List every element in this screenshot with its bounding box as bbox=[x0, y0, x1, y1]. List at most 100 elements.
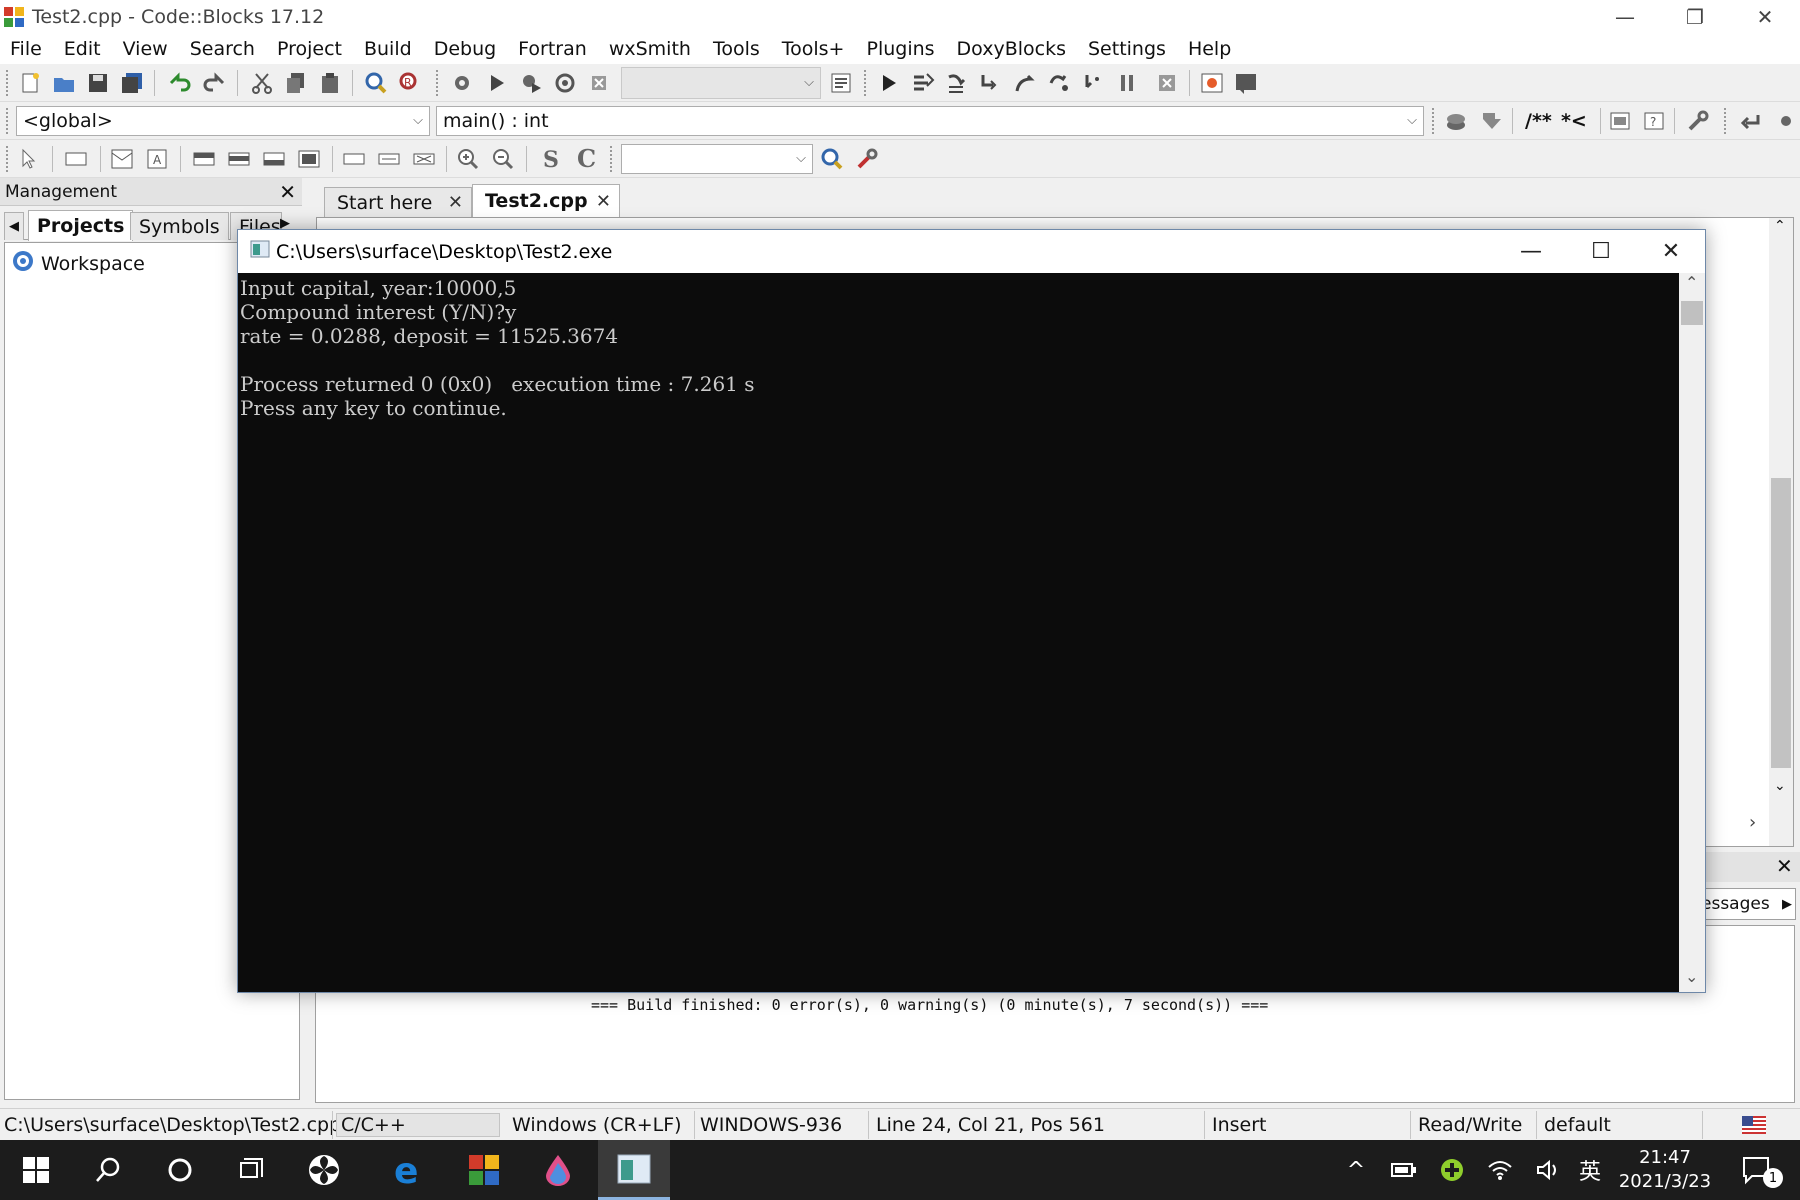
block-comment-button[interactable]: /** bbox=[1525, 110, 1552, 132]
paste-icon[interactable] bbox=[318, 71, 342, 95]
toolbar-grip[interactable] bbox=[1432, 108, 1436, 134]
menu-wxsmith[interactable]: wxSmith bbox=[609, 38, 691, 60]
console-vertical-scrollbar[interactable]: ⌃ ⌄ bbox=[1679, 273, 1705, 992]
close-button[interactable]: ✕ bbox=[1730, 0, 1800, 34]
security-shield-icon[interactable] bbox=[1432, 1140, 1472, 1200]
build-options-icon[interactable] bbox=[829, 71, 853, 95]
undo-icon[interactable] bbox=[167, 71, 191, 95]
console-maximize-button[interactable]: ☐ bbox=[1566, 230, 1636, 273]
close-tab-icon[interactable]: ✕ bbox=[596, 191, 611, 212]
scrollbar-thumb[interactable] bbox=[1681, 301, 1703, 325]
system-clock[interactable]: 21:47 2021/3/23 bbox=[1610, 1146, 1720, 1194]
close-tab-icon[interactable]: ✕ bbox=[448, 192, 463, 213]
console-close-button[interactable]: ✕ bbox=[1636, 230, 1706, 273]
battery-icon[interactable] bbox=[1384, 1140, 1424, 1200]
toolbar-grip[interactable] bbox=[6, 108, 10, 134]
console-title-bar[interactable]: C:\Users\surface\Desktop\Test2.exe — ☐ ✕ bbox=[238, 230, 1705, 273]
toolbar-grip[interactable] bbox=[610, 146, 614, 172]
cut-icon[interactable] bbox=[250, 71, 274, 95]
tab-test2-cpp[interactable]: Test2.cpp ✕ bbox=[472, 184, 620, 217]
doxywizard-icon[interactable] bbox=[1444, 109, 1468, 133]
expand-both-icon[interactable] bbox=[412, 147, 436, 171]
close-icon[interactable]: ✕ bbox=[1776, 854, 1793, 878]
info-window-icon[interactable] bbox=[1234, 71, 1258, 95]
html-docs-icon[interactable] bbox=[1608, 109, 1632, 133]
search-options-icon[interactable] bbox=[855, 147, 879, 171]
chevron-down-icon[interactable]: ⌄ bbox=[1774, 778, 1786, 794]
console-output[interactable]: Input capital, year:10000,5Compound inte… bbox=[238, 273, 1679, 992]
input-method-indicator[interactable]: 英 bbox=[1572, 1140, 1608, 1200]
expand-horizontal-icon[interactable] bbox=[342, 147, 366, 171]
tab-start-here[interactable]: Start here ✕ bbox=[324, 187, 472, 217]
taskbar-app-edge[interactable]: e bbox=[373, 1140, 445, 1200]
tab-symbols[interactable]: Symbols bbox=[130, 212, 229, 240]
menu-debug[interactable]: Debug bbox=[434, 38, 496, 60]
toolbar-grip[interactable] bbox=[6, 70, 10, 96]
console-minimize-button[interactable]: — bbox=[1496, 230, 1566, 273]
build-gear-icon[interactable] bbox=[450, 71, 474, 95]
toolbar-grip[interactable] bbox=[6, 146, 10, 172]
show-source-icon[interactable]: S bbox=[538, 147, 562, 171]
find-icon[interactable] bbox=[364, 71, 388, 95]
chm-docs-icon[interactable]: ? bbox=[1642, 109, 1666, 133]
pointer-icon[interactable] bbox=[17, 147, 41, 171]
frame-icon[interactable] bbox=[64, 147, 88, 171]
zoom-in-icon[interactable] bbox=[456, 147, 480, 171]
copy-icon[interactable] bbox=[284, 71, 308, 95]
chevron-down-icon[interactable]: ⌄ bbox=[1685, 967, 1698, 986]
menu-tools[interactable]: Tools bbox=[713, 38, 760, 60]
toolbar-grip[interactable] bbox=[436, 70, 440, 96]
expand-vertical-icon[interactable] bbox=[377, 147, 401, 171]
start-button[interactable] bbox=[0, 1140, 72, 1200]
task-view-button[interactable] bbox=[216, 1140, 288, 1200]
scope-combo[interactable]: <global>⌵ bbox=[16, 106, 430, 136]
doxyblocks-config-icon[interactable] bbox=[1686, 109, 1710, 133]
menu-help[interactable]: Help bbox=[1188, 38, 1231, 60]
wifi-icon[interactable] bbox=[1480, 1140, 1520, 1200]
line-comment-button[interactable]: *< bbox=[1561, 110, 1587, 132]
run-icon[interactable] bbox=[485, 71, 509, 95]
rebuild-icon[interactable] bbox=[553, 71, 577, 95]
scrollbar-thumb[interactable] bbox=[1771, 478, 1791, 768]
layout-top-icon[interactable] bbox=[192, 147, 216, 171]
search-button[interactable] bbox=[72, 1140, 144, 1200]
step-out-icon[interactable] bbox=[1013, 71, 1037, 95]
jump-back-icon[interactable] bbox=[1738, 109, 1762, 133]
chevron-up-icon[interactable]: ⌃ bbox=[1685, 273, 1698, 292]
taskbar-app-codeblocks[interactable] bbox=[448, 1140, 520, 1200]
function-combo[interactable]: main() : int⌵ bbox=[436, 106, 1424, 136]
debug-windows-icon[interactable] bbox=[1200, 71, 1224, 95]
dialog-icon[interactable] bbox=[110, 147, 134, 171]
show-code-icon[interactable]: C bbox=[574, 147, 598, 171]
build-and-run-icon[interactable] bbox=[519, 71, 543, 95]
zoom-out-icon[interactable] bbox=[491, 147, 515, 171]
jump-forward-icon[interactable] bbox=[1772, 109, 1796, 133]
tab-build-messages[interactable]: essages ▶ bbox=[1700, 888, 1796, 920]
menu-project[interactable]: Project bbox=[277, 38, 342, 60]
open-file-icon[interactable] bbox=[52, 71, 76, 95]
tab-projects[interactable]: Projects bbox=[28, 210, 133, 241]
layout-fill-icon[interactable] bbox=[297, 147, 321, 171]
menu-view[interactable]: View bbox=[123, 38, 168, 60]
tree-node-workspace[interactable]: Workspace bbox=[11, 249, 145, 278]
toolbar-grip[interactable] bbox=[1724, 108, 1728, 134]
chevron-right-icon[interactable]: › bbox=[1749, 812, 1756, 833]
debug-start-icon[interactable] bbox=[877, 71, 901, 95]
menu-edit[interactable]: Edit bbox=[64, 38, 101, 60]
stop-debug-icon[interactable] bbox=[1155, 71, 1179, 95]
minimize-button[interactable]: — bbox=[1590, 0, 1660, 34]
redo-icon[interactable] bbox=[203, 71, 227, 95]
save-all-icon[interactable] bbox=[120, 71, 144, 95]
menu-build[interactable]: Build bbox=[364, 38, 412, 60]
menu-plugins[interactable]: Plugins bbox=[866, 38, 934, 60]
menu-fortran[interactable]: Fortran bbox=[518, 38, 587, 60]
step-into-instruction-icon[interactable] bbox=[1081, 71, 1105, 95]
next-line-icon[interactable] bbox=[945, 71, 969, 95]
step-into-icon[interactable] bbox=[979, 71, 1003, 95]
replace-icon[interactable]: R bbox=[398, 71, 422, 95]
save-icon[interactable] bbox=[86, 71, 110, 95]
layout-middle-icon[interactable] bbox=[227, 147, 251, 171]
editor-vertical-scrollbar[interactable]: ⌃ ⌄ bbox=[1769, 218, 1793, 846]
abort-icon[interactable] bbox=[587, 71, 611, 95]
volume-icon[interactable] bbox=[1528, 1140, 1568, 1200]
